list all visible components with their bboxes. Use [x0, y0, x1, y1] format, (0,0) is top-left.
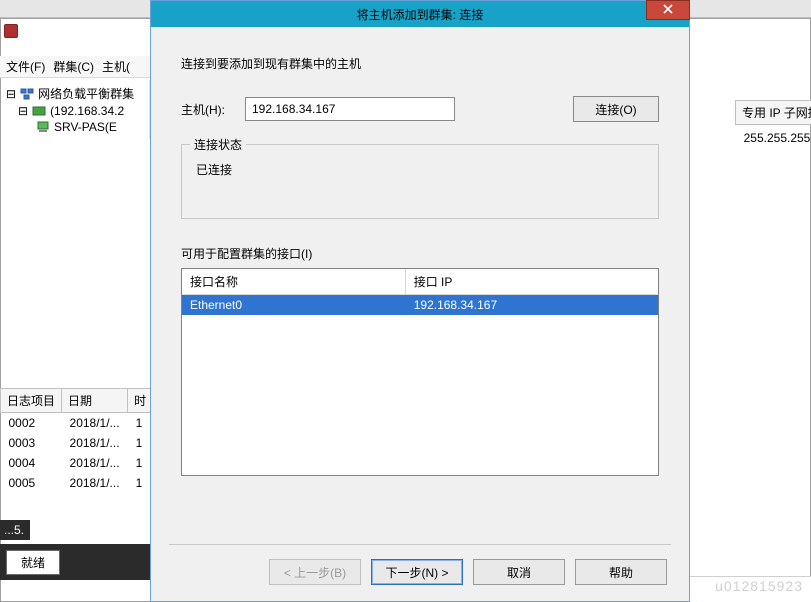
- interface-list-header: 接口名称 接口 IP: [182, 269, 658, 295]
- table-row[interactable]: 0003 2018/1/... 1: [1, 433, 153, 453]
- instruction-text: 连接到要添加到现有群集中的主机: [181, 55, 659, 72]
- expander-icon[interactable]: ⊟: [6, 87, 16, 101]
- menu-file[interactable]: 文件(F): [6, 58, 45, 75]
- dialog-button-row: < 上一步(B) 下一步(N) > 取消 帮助: [151, 545, 689, 601]
- connection-status-group: 连接状态 已连接: [181, 144, 659, 219]
- watermark-right: u012815923: [715, 578, 803, 594]
- tree-root-label: 网络负载平衡群集: [38, 85, 134, 102]
- subnet-mask-value: 255.255.255.0: [735, 131, 811, 145]
- close-button[interactable]: [646, 0, 690, 20]
- help-button[interactable]: 帮助: [575, 559, 667, 585]
- cancel-button[interactable]: 取消: [473, 559, 565, 585]
- tree-srv-label: SRV-PAS(E: [54, 120, 117, 134]
- col-date[interactable]: 日期: [62, 389, 128, 413]
- dialog-titlebar[interactable]: 将主机添加到群集: 连接: [151, 1, 689, 27]
- server-icon: [36, 120, 50, 134]
- add-host-dialog: 将主机添加到群集: 连接 连接到要添加到现有群集中的主机 主机(H): 连接(O…: [150, 0, 690, 602]
- menu-host[interactable]: 主机(: [102, 58, 130, 75]
- status-ready: 就绪: [6, 550, 60, 575]
- log-table: 日志项目 日期 时 0002 2018/1/... 1 0003 2018/1/…: [0, 388, 150, 493]
- back-button: < 上一步(B): [269, 559, 361, 585]
- bg-menu: 文件(F) 群集(C) 主机(: [0, 56, 160, 78]
- col-item[interactable]: 日志项目: [1, 389, 62, 413]
- host-label: 主机(H):: [181, 101, 229, 118]
- menu-cluster[interactable]: 群集(C): [53, 58, 94, 75]
- expander-icon[interactable]: ⊟: [18, 104, 28, 118]
- connection-status-legend: 连接状态: [190, 136, 246, 153]
- col-time[interactable]: 时: [128, 389, 153, 413]
- host-input[interactable]: [245, 97, 455, 121]
- tree-node[interactable]: ⊟ (192.168.34.2: [2, 103, 147, 119]
- connection-status-value: 已连接: [196, 163, 232, 177]
- dialog-body: 连接到要添加到现有群集中的主机 主机(H): 连接(O) 连接状态 已连接 可用…: [151, 27, 689, 544]
- tree-srv[interactable]: SRV-PAS(E: [2, 119, 147, 135]
- connect-button[interactable]: 连接(O): [573, 96, 659, 122]
- table-row[interactable]: 0002 2018/1/... 1: [1, 413, 153, 434]
- cluster-icon: [20, 87, 34, 101]
- node-icon: [32, 104, 46, 118]
- interface-row[interactable]: Ethernet0 192.168.34.167: [182, 295, 658, 315]
- bg-statusbar: 就绪: [0, 544, 150, 580]
- tree-node-label: (192.168.34.2: [50, 104, 124, 118]
- close-icon: [663, 3, 673, 17]
- col-interface-ip[interactable]: 接口 IP: [406, 269, 658, 294]
- next-button[interactable]: 下一步(N) >: [371, 559, 463, 585]
- app-icon: [4, 24, 18, 38]
- tree-root[interactable]: ⊟ 网络负载平衡群集: [2, 84, 147, 103]
- subnet-mask-header: 专用 IP 子网掩码: [735, 100, 811, 125]
- interface-list[interactable]: 接口名称 接口 IP Ethernet0 192.168.34.167: [181, 268, 659, 476]
- subnet-mask-panel: 专用 IP 子网掩码 255.255.255.0: [735, 100, 811, 145]
- line5-tab: ...5.: [0, 520, 30, 540]
- dialog-title: 将主机添加到群集: 连接: [357, 6, 484, 23]
- host-row: 主机(H): 连接(O): [181, 96, 659, 122]
- nav-tree[interactable]: ⊟ 网络负载平衡群集 ⊟ (192.168.34.2 SRV-PAS(E: [0, 80, 150, 139]
- interface-row-name: Ethernet0: [182, 295, 406, 315]
- table-row[interactable]: 0004 2018/1/... 1: [1, 453, 153, 473]
- interface-row-ip: 192.168.34.167: [406, 295, 658, 315]
- col-interface-name[interactable]: 接口名称: [182, 269, 406, 294]
- available-interfaces-label: 可用于配置群集的接口(I): [181, 245, 659, 262]
- table-row[interactable]: 0005 2018/1/... 1: [1, 473, 153, 493]
